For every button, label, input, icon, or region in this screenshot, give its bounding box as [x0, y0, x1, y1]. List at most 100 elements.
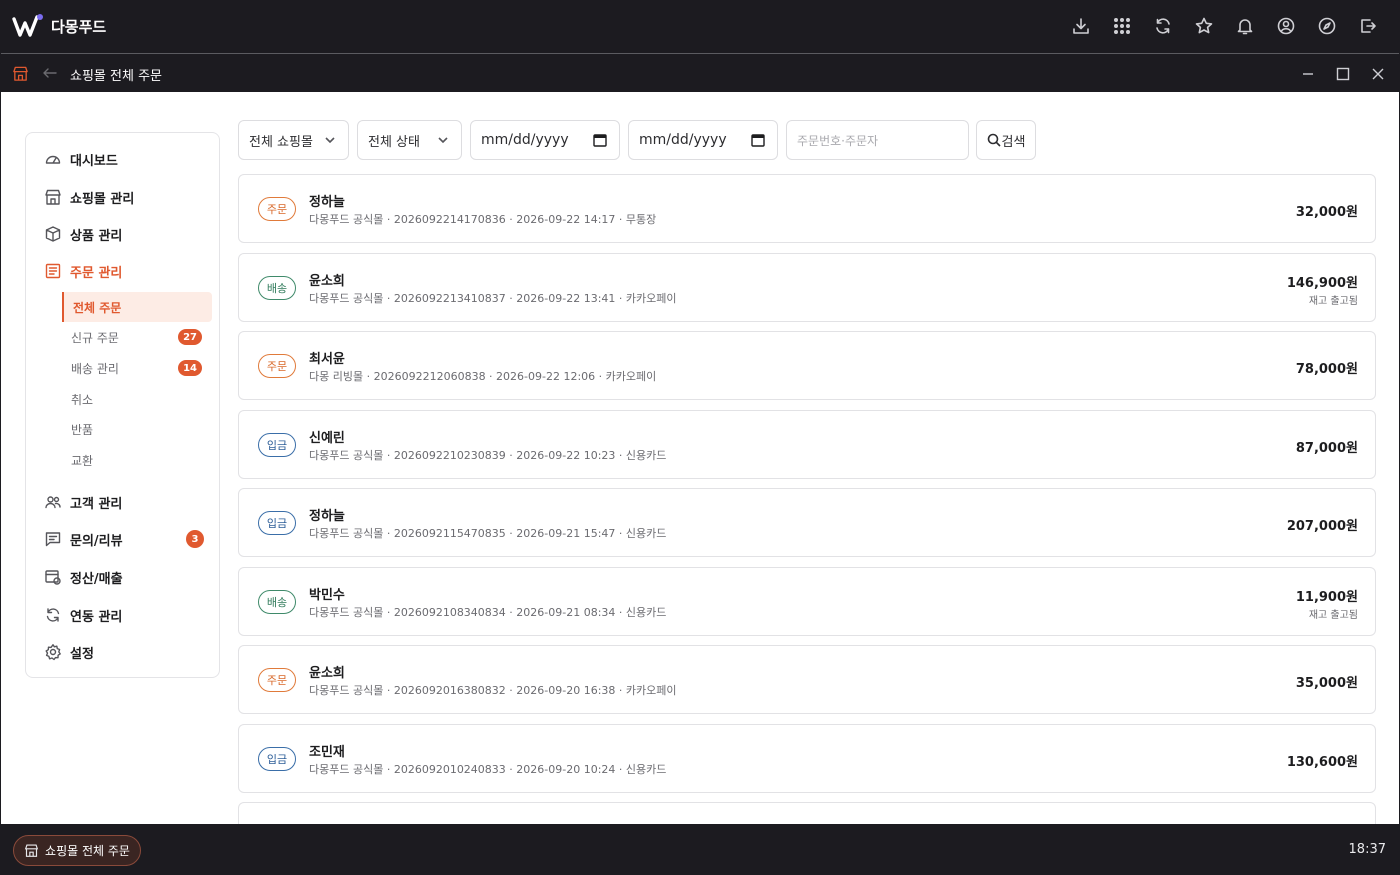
sidebar-sub-shipping[interactable]: 배송 관리 14 [62, 353, 212, 383]
customer-name: 신예린 [309, 431, 345, 446]
sidebar: 대시보드 쇼핑몰 관리 상품 관리 주문 관리 전체 주문 신규 주문 27 배… [25, 132, 220, 678]
app-logo-icon [12, 14, 43, 37]
gauge-icon [44, 150, 62, 168]
customer-name: 최서윤 [309, 352, 345, 367]
order-meta: 다몽푸드 공식몰 · 2026092115470835 · 2026-09-21… [309, 527, 667, 540]
calendar-icon[interactable] [751, 133, 765, 147]
download-icon[interactable] [1067, 12, 1095, 40]
sidebar-item-products[interactable]: 상품 관리 [44, 221, 214, 247]
order-note: 재고 출고됨 [1308, 610, 1358, 621]
order-row[interactable]: 입금 조민재 다몽푸드 공식몰 · 2026092010240833 · 202… [238, 724, 1376, 793]
sidebar-item-label: 정산/매출 [70, 571, 123, 587]
sidebar-item-dashboard[interactable]: 대시보드 [44, 146, 214, 172]
date-to-input[interactable]: mm/dd/yyyy [628, 120, 778, 160]
status-badge: 입금 [258, 511, 296, 535]
sidebar-item-mall[interactable]: 쇼핑몰 관리 [44, 184, 214, 210]
customer-name: 박민수 [309, 588, 345, 603]
store-icon [24, 844, 39, 857]
order-row[interactable]: 입금 신예린 다몽푸드 공식몰 · 2026092210230839 · 202… [238, 410, 1376, 479]
taskbar: 쇼핑몰 전체 주문 18:37 [0, 824, 1400, 875]
top-app-bar: 다몽푸드 [0, 0, 1400, 52]
minimize-icon[interactable] [1296, 62, 1319, 85]
sidebar-item-settlement[interactable]: 정산/매출 [44, 564, 214, 590]
mall-select[interactable]: 전체 쇼핑몰 [238, 120, 349, 160]
customer-name: 정하늘 [309, 195, 345, 210]
sidebar-item-inquiries[interactable]: 문의/리뷰 3 [44, 526, 214, 552]
order-meta: 다몽푸드 공식몰 · 2026092108340834 · 2026-09-21… [309, 606, 667, 619]
sidebar-sub-label: 교환 [71, 453, 94, 468]
sidebar-item-orders[interactable]: 주문 관리 [44, 258, 214, 284]
order-meta: 다몽푸드 공식몰 · 2026092214170836 · 2026-09-22… [309, 213, 657, 226]
status-badge: 주문 [258, 197, 296, 221]
store-icon [44, 188, 62, 206]
status-select[interactable]: 전체 상태 [357, 120, 462, 160]
order-amount: 207,000원 [1286, 519, 1358, 534]
sidebar-item-label: 문의/리뷰 [70, 533, 123, 549]
taskbar-window-label: 쇼핑몰 전체 주문 [45, 844, 130, 858]
order-amount: 87,000원 [1295, 441, 1358, 456]
app-window: 쇼핑몰 전체 주문 대시보드 쇼핑몰 관리 상품 관리 주문 관리 전체 주문 [1, 53, 1399, 824]
customer-name: 정하늘 [309, 509, 345, 524]
sidebar-sub-new-orders[interactable]: 신규 주문 27 [62, 322, 212, 352]
taskbar-window-button[interactable]: 쇼핑몰 전체 주문 [13, 835, 141, 866]
status-badge: 주문 [258, 354, 296, 378]
store-icon [13, 66, 28, 81]
bell-icon[interactable] [1231, 12, 1259, 40]
search-icon [987, 133, 1001, 147]
order-amount: 35,000원 [1295, 676, 1358, 691]
order-row[interactable]: 주문 윤소희 다몽푸드 공식몰 · 2026092016380832 · 202… [238, 645, 1376, 714]
calendar-icon[interactable] [593, 133, 607, 147]
sidebar-sub-exchange[interactable]: 교환 [62, 445, 212, 475]
order-amount: 130,600원 [1286, 755, 1358, 770]
maximize-icon[interactable] [1331, 62, 1354, 85]
count-badge: 27 [178, 329, 202, 345]
gear-icon [44, 643, 62, 661]
back-arrow-icon[interactable] [41, 64, 59, 82]
window-title: 쇼핑몰 전체 주문 [70, 69, 162, 84]
count-badge: 3 [186, 530, 204, 548]
search-input[interactable]: 주문번호·주문자 [786, 120, 969, 160]
sidebar-sub-label: 전체 주문 [73, 300, 122, 315]
apps-grid-icon[interactable] [1108, 12, 1136, 40]
sidebar-item-label: 설정 [70, 646, 94, 662]
star-icon[interactable] [1190, 12, 1218, 40]
sidebar-item-integration[interactable]: 연동 관리 [44, 602, 214, 628]
order-row[interactable]: 배송 박민수 다몽푸드 공식몰 · 2026092108340834 · 202… [238, 567, 1376, 636]
sidebar-item-customers[interactable]: 고객 관리 [44, 489, 214, 515]
order-row[interactable]: 입금 정하늘 다몽푸드 공식몰 · 2026092115470835 · 202… [238, 488, 1376, 557]
clock: 18:37 [1348, 842, 1386, 857]
sidebar-item-label: 주문 관리 [70, 265, 123, 281]
sidebar-sub-cancel[interactable]: 취소 [62, 384, 212, 414]
customer-name: 윤소희 [309, 274, 345, 289]
order-row[interactable]: 배송 윤소희 다몽푸드 공식몰 · 2026092213410837 · 202… [238, 253, 1376, 322]
date-from-input[interactable]: mm/dd/yyyy [470, 120, 620, 160]
count-badge: 14 [178, 360, 202, 376]
refresh-icon[interactable] [1149, 12, 1177, 40]
order-note: 재고 출고됨 [1308, 296, 1358, 307]
order-row-partial[interactable] [238, 802, 1376, 824]
close-icon[interactable] [1366, 62, 1389, 85]
sidebar-item-label: 대시보드 [70, 153, 118, 169]
account-icon[interactable] [1272, 12, 1300, 40]
mall-select-value: 전체 쇼핑몰 [249, 134, 313, 150]
order-amount: 78,000원 [1295, 362, 1358, 377]
logout-icon[interactable] [1354, 12, 1382, 40]
compass-icon[interactable] [1313, 12, 1341, 40]
order-amount: 11,900원 [1295, 590, 1358, 605]
date-from-value: mm/dd/yyyy [481, 132, 569, 148]
sidebar-item-label: 연동 관리 [70, 609, 123, 625]
sidebar-sub-return[interactable]: 반품 [62, 414, 212, 444]
order-row[interactable]: 주문 최서윤 다몽 리빙몰 · 2026092212060838 · 2026-… [238, 331, 1376, 400]
order-meta: 다몽푸드 공식몰 · 2026092210230839 · 2026-09-22… [309, 449, 667, 462]
status-select-value: 전체 상태 [368, 134, 420, 150]
order-meta: 다몽푸드 공식몰 · 2026092010240833 · 2026-09-20… [309, 763, 667, 776]
sidebar-sub-all-orders[interactable]: 전체 주문 [62, 292, 212, 322]
search-button[interactable]: 검색 [976, 120, 1036, 160]
sidebar-item-label: 상품 관리 [70, 228, 123, 244]
order-amount: 32,000원 [1295, 205, 1358, 220]
order-row[interactable]: 주문 정하늘 다몽푸드 공식몰 · 2026092214170836 · 202… [238, 174, 1376, 243]
sidebar-item-settings[interactable]: 설정 [44, 639, 214, 665]
window-titlebar: 쇼핑몰 전체 주문 [1, 53, 1399, 92]
order-meta: 다몽 리빙몰 · 2026092212060838 · 2026-09-22 1… [309, 370, 657, 383]
date-to-value: mm/dd/yyyy [639, 132, 727, 148]
